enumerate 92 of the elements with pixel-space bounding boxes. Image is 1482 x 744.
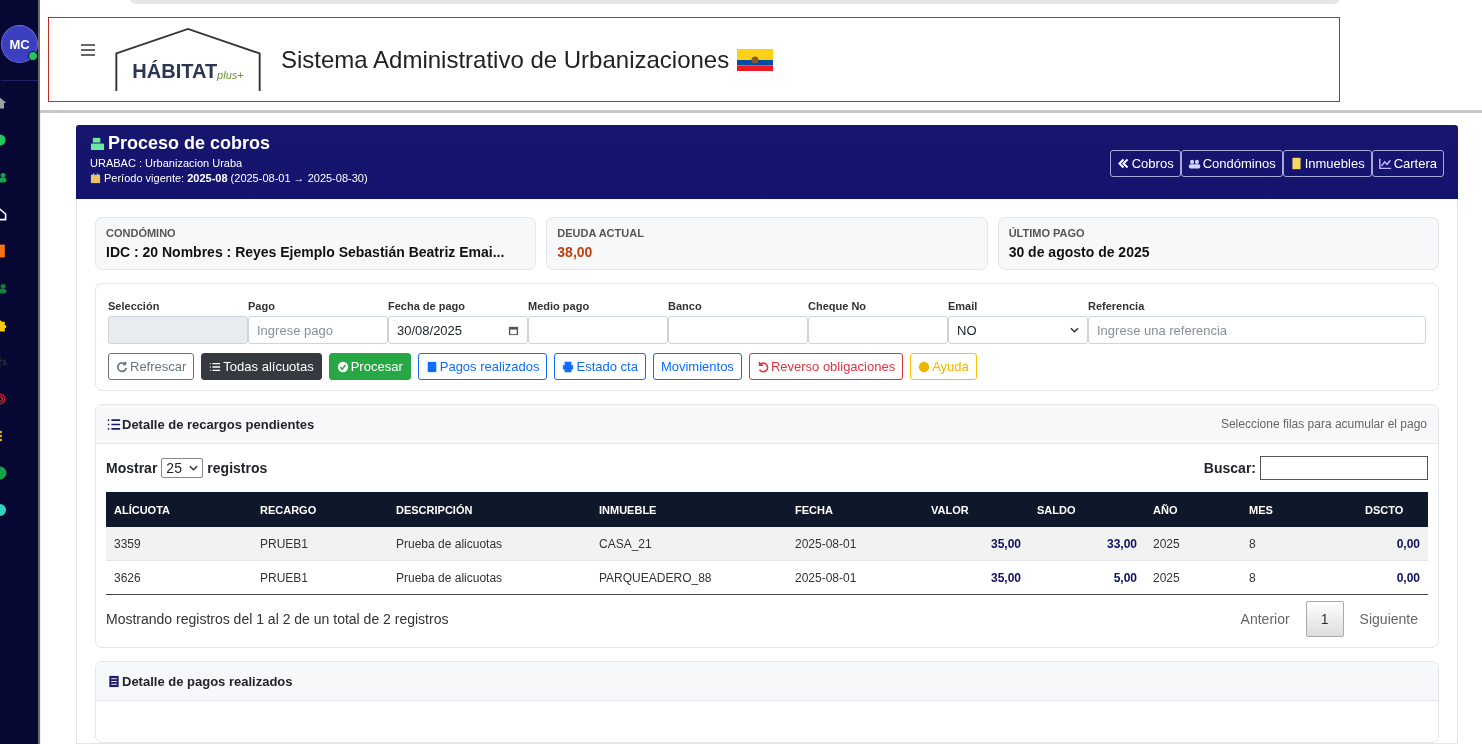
search-label: Buscar: bbox=[1203, 460, 1256, 476]
input-field[interactable] bbox=[528, 316, 668, 344]
column-header[interactable]: VALOR bbox=[923, 492, 1029, 527]
page-size-dropdown[interactable]: 25 bbox=[161, 458, 204, 478]
field-label: Fecha de pago bbox=[388, 300, 467, 312]
action-button[interactable]: Refrescar bbox=[108, 353, 195, 380]
previous-link[interactable]: Anterior bbox=[1230, 611, 1300, 627]
summary-value: 38,00 bbox=[557, 244, 594, 260]
column-header[interactable]: FECHA bbox=[787, 492, 923, 527]
community-name: URABAC : Urbanizacion Uraba bbox=[90, 157, 244, 169]
undo-icon bbox=[756, 360, 769, 373]
table-cell: CASA_21 bbox=[591, 527, 787, 561]
table-cell: 2025-08-01 bbox=[787, 527, 923, 561]
table-cell: 35,00 bbox=[923, 560, 1029, 595]
field-label: Referencia bbox=[1088, 300, 1146, 312]
input-field[interactable] bbox=[668, 316, 808, 344]
table-cell: Prueba de alicuotas bbox=[388, 527, 591, 561]
section-title: Detalle de pagos realizados bbox=[122, 673, 293, 689]
next-link[interactable]: Siguiente bbox=[1349, 611, 1428, 627]
field-label: Pago bbox=[248, 300, 276, 312]
cash-register-icon bbox=[90, 136, 105, 151]
column-header[interactable]: DSCTO bbox=[1357, 492, 1428, 527]
check-icon bbox=[336, 360, 349, 373]
action-button[interactable]: Pagos realizados bbox=[417, 353, 548, 380]
period-text: Período vigente: 2025-08 (2025-08-01 → 2025-08-30) bbox=[104, 172, 368, 184]
nav-button[interactable]: Cobros bbox=[1109, 149, 1181, 177]
action-button[interactable]: Todas alícuotas bbox=[201, 353, 322, 380]
caret-icon bbox=[189, 465, 199, 471]
table-cell: 35,00 bbox=[923, 527, 1029, 561]
flag-icon bbox=[737, 48, 774, 71]
nav-button[interactable]: Inmuebles bbox=[1282, 149, 1372, 177]
input-field[interactable] bbox=[808, 316, 948, 344]
summary-value: IDC : 20 Nombres : Reyes Ejemplo Sebastián Beatriz Emai... bbox=[106, 244, 506, 260]
action-button[interactable]: Reverso obligaciones bbox=[748, 353, 904, 380]
table-cell: 3359 bbox=[106, 527, 252, 561]
date-field[interactable]: 30/08/2025 bbox=[388, 316, 528, 344]
table-cell: 0,00 bbox=[1357, 527, 1428, 561]
chevrons-icon bbox=[1116, 156, 1130, 170]
action-button[interactable]: Movimientos bbox=[652, 353, 742, 380]
column-header[interactable]: AÑO bbox=[1145, 492, 1241, 527]
table-cell: 2025 bbox=[1145, 527, 1241, 561]
section-title: Detalle de recargos pendientes bbox=[122, 416, 315, 432]
column-header[interactable]: INMUEBLE bbox=[591, 492, 787, 527]
list-icon bbox=[209, 360, 222, 373]
table-cell: 0,00 bbox=[1357, 560, 1428, 595]
page-title: Proceso de cobros bbox=[108, 133, 271, 154]
section-hint: Seleccione filas para acumular el pago bbox=[1220, 417, 1427, 431]
field-label: Cheque No bbox=[808, 300, 868, 312]
search-field[interactable] bbox=[1260, 456, 1428, 480]
field-label: Email bbox=[948, 300, 979, 312]
table-cell: 33,00 bbox=[1029, 527, 1145, 561]
email-dropdown[interactable]: NO bbox=[948, 316, 1088, 344]
table-cell: PRUEB1 bbox=[252, 560, 388, 595]
page-button[interactable]: 1 bbox=[1305, 601, 1344, 637]
summary-label: ÚLTIMO PAGO bbox=[1008, 227, 1086, 239]
table-cell: 2025 bbox=[1145, 560, 1241, 595]
table-cell: 3626 bbox=[106, 560, 252, 595]
summary-label: DEUDA ACTUAL bbox=[557, 227, 645, 239]
column-header[interactable]: DESCRIPCIÓN bbox=[388, 492, 591, 527]
field-label: Selección bbox=[108, 300, 161, 312]
column-header[interactable]: MES bbox=[1241, 492, 1357, 527]
show-label: Mostrar bbox=[106, 460, 158, 476]
print-icon bbox=[562, 360, 575, 373]
list-icon bbox=[107, 417, 121, 431]
summary-label: CONDÓMINO bbox=[106, 227, 177, 239]
user-avatar[interactable]: MC bbox=[1, 25, 38, 63]
table-cell: 8 bbox=[1241, 560, 1357, 595]
calendar-icon bbox=[90, 172, 101, 184]
menu-icon[interactable] bbox=[81, 43, 95, 56]
table-info: Mostrando registros del 1 al 2 de un total de 2 registros bbox=[106, 611, 449, 627]
column-header[interactable]: ALÍCUOTA bbox=[106, 492, 252, 527]
logo: HÁBITATplus+ bbox=[109, 26, 267, 93]
table-cell: 8 bbox=[1241, 527, 1357, 561]
table-cell: Prueba de alicuotas bbox=[388, 560, 591, 595]
column-header[interactable]: RECARGO bbox=[252, 492, 388, 527]
calendar-icon[interactable] bbox=[508, 324, 519, 336]
app-title: Sistema Administrativo de Urbanizaciones bbox=[281, 45, 730, 74]
table-cell: PARQUEADERO_88 bbox=[591, 560, 787, 595]
table-cell: 2025-08-01 bbox=[787, 560, 923, 595]
table-cell: PRUEB1 bbox=[252, 527, 388, 561]
field-label: Banco bbox=[668, 300, 703, 312]
caret-icon bbox=[1070, 327, 1079, 333]
chart-icon bbox=[1378, 156, 1392, 170]
table-cell: 5,00 bbox=[1029, 560, 1145, 595]
field-label: Medio pago bbox=[528, 300, 591, 312]
column-header[interactable]: SALDO bbox=[1029, 492, 1145, 527]
nav-button[interactable]: Condóminos bbox=[1180, 149, 1283, 177]
action-button[interactable]: Estado cta bbox=[554, 353, 646, 380]
nav-button[interactable]: Cartera bbox=[1371, 149, 1444, 177]
summary-value: 30 de agosto de 2025 bbox=[1008, 244, 1151, 260]
refresh-icon bbox=[116, 360, 128, 373]
records-label: registros bbox=[207, 460, 268, 476]
